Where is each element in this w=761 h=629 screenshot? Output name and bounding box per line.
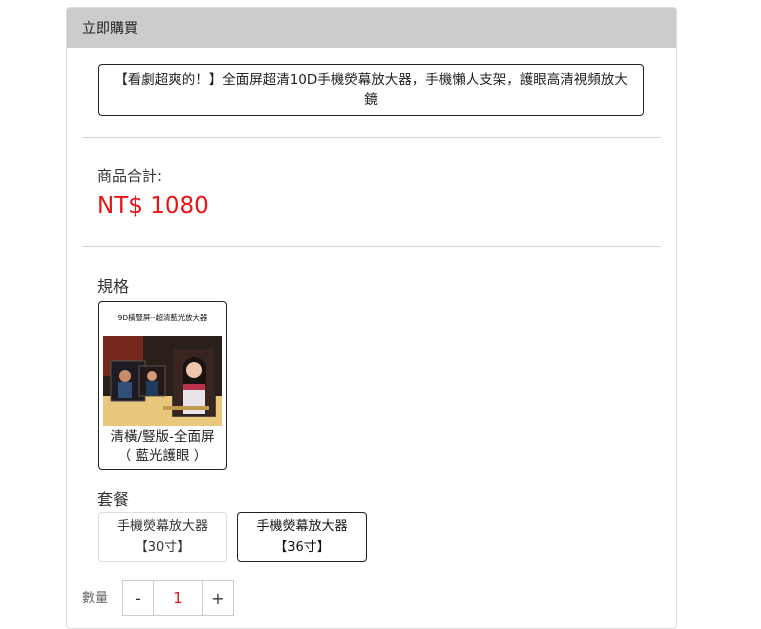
package-label: 套餐 [97, 490, 130, 509]
spec-option-line1: 清橫/豎版-全面屏 [110, 429, 215, 445]
spec-option-line2: （ 藍光護眼 ） [117, 448, 208, 464]
package-option-line1: 手機熒幕放大器 [256, 519, 348, 534]
spec-option-label: 清橫/豎版-全面屏 （ 藍光護眼 ） [99, 428, 226, 466]
package-option-line2: 【30寸】 [134, 540, 191, 555]
divider [82, 246, 661, 247]
purchase-panel: 立即購買 【看劇超爽的！】全面屏超清10D手機熒幕放大器，手機懶人支架，護眼高清… [66, 7, 677, 629]
product-image-caption: 9D橫豎屏--超清藍光放大器 [118, 313, 208, 322]
spec-label: 規格 [97, 277, 130, 296]
divider [82, 137, 661, 138]
quantity-increase-button[interactable]: + [203, 581, 233, 615]
product-title: 【看劇超爽的！】全面屏超清10D手機熒幕放大器，手機懶人支架，護眼高清視頻放大鏡 [98, 64, 644, 116]
package-option-line2: 【36寸】 [274, 540, 330, 555]
total-label: 商品合計: [97, 167, 163, 185]
product-title-text: 【看劇超爽的！】全面屏超清10D手機熒幕放大器，手機懶人支架，護眼高清視頻放大鏡 [114, 72, 628, 108]
quantity-input[interactable]: 1 [153, 581, 203, 615]
spec-option-card[interactable]: 9D橫豎屏--超清藍光放大器 清橫/豎版-全面屏 （ 藍光護眼 ） [98, 301, 227, 470]
panel-header: 立即購買 [67, 8, 676, 48]
package-option-30[interactable]: 手機熒幕放大器 【30寸】 [98, 512, 227, 562]
quantity-stepper: - 1 + [122, 580, 234, 616]
panel-title: 立即購買 [82, 21, 138, 37]
total-price: NT$ 1080 [97, 193, 209, 219]
quantity-decrease-button[interactable]: - [123, 581, 153, 615]
package-option-line1: 手機熒幕放大器 [116, 519, 208, 534]
product-image: 9D橫豎屏--超清藍光放大器 [103, 306, 222, 426]
package-option-36[interactable]: 手機熒幕放大器 【36寸】 [237, 512, 367, 562]
